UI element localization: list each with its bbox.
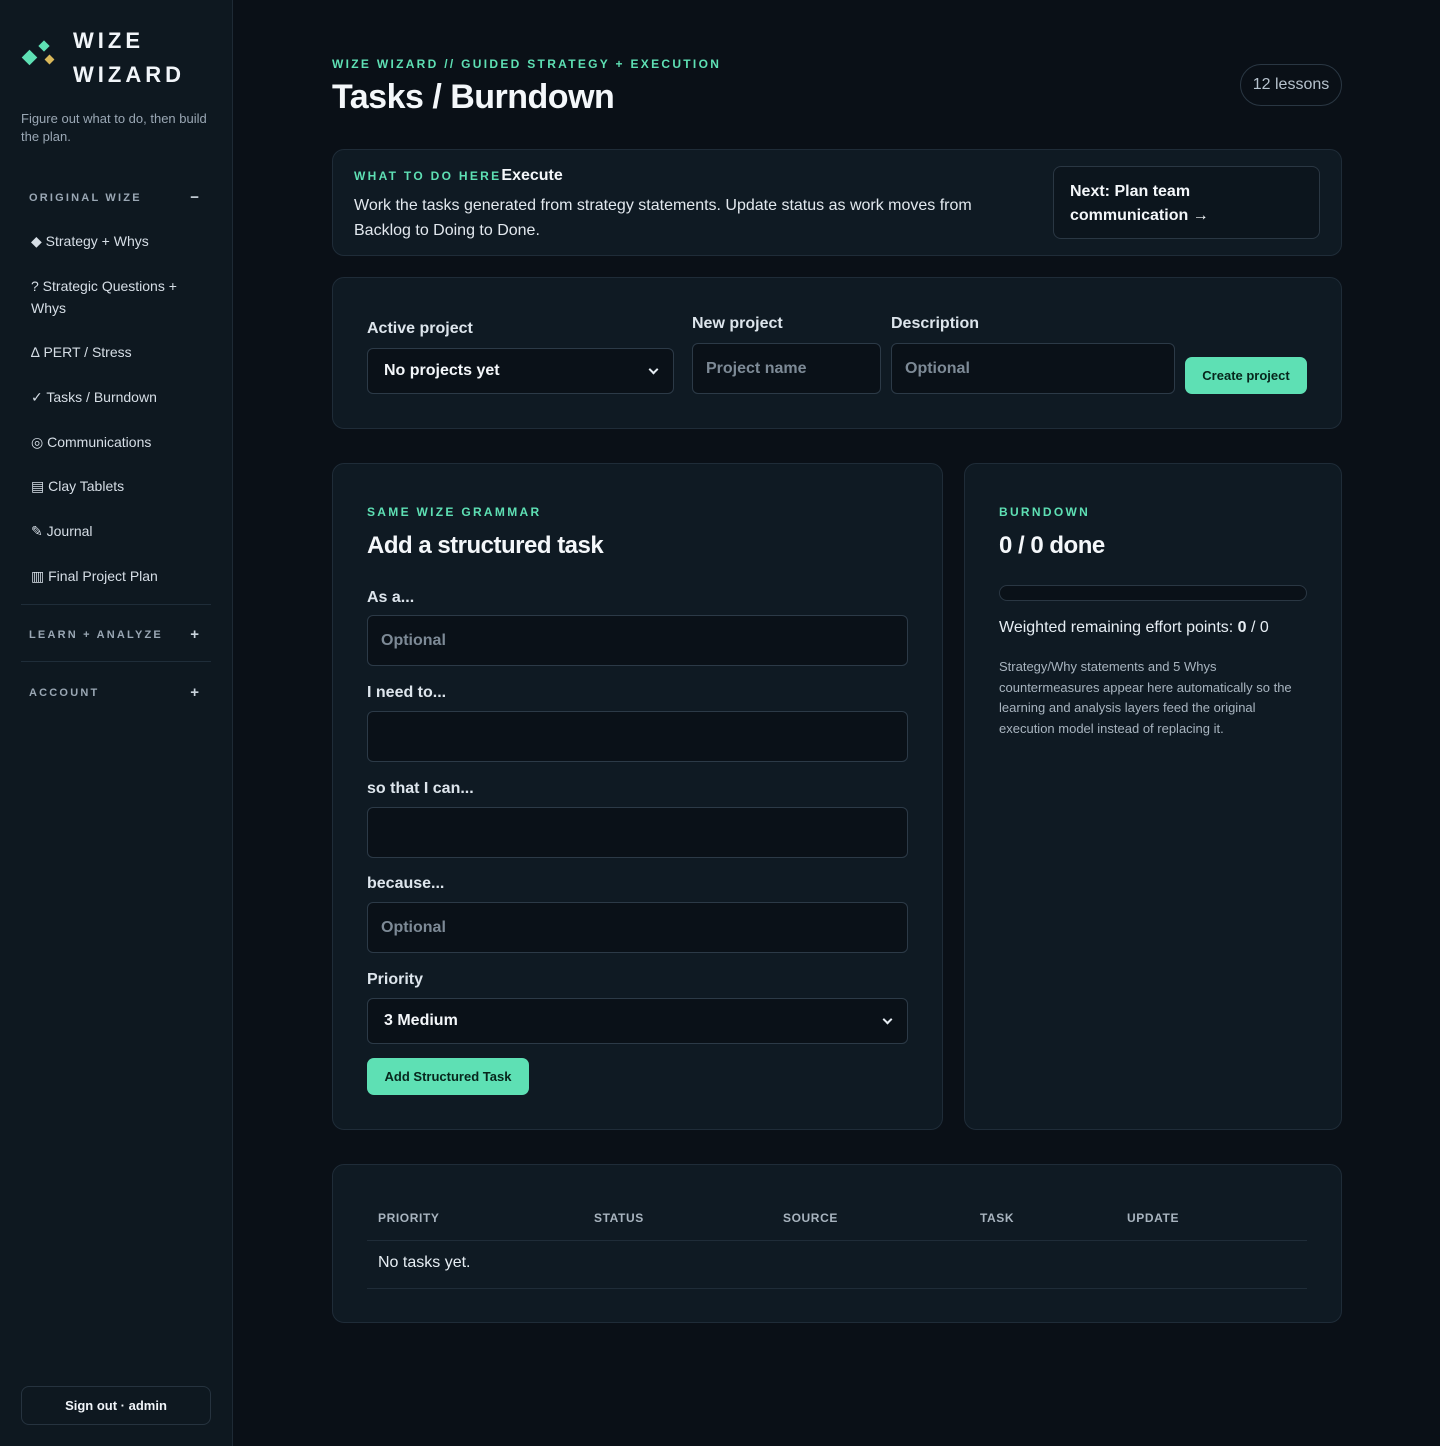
create-project-button[interactable]: Create project: [1185, 357, 1307, 394]
page-eyebrow: WIZE WIZARD // GUIDED STRATEGY + EXECUTI…: [332, 57, 722, 71]
section-account[interactable]: ACCOUNT +: [29, 684, 199, 701]
need-to-label: I need to...: [367, 684, 447, 701]
guide-text: Work the tasks generated from strategy s…: [354, 197, 972, 239]
active-project-value: No projects yet: [384, 362, 500, 379]
section-title: LEARN + ANALYZE: [29, 628, 163, 641]
priority-select[interactable]: 3 Medium: [367, 998, 908, 1044]
divider: [21, 661, 211, 662]
because-input[interactable]: [367, 902, 908, 953]
brand-line-1: WIZE: [73, 28, 144, 53]
brand[interactable]: WIZE WIZARD: [21, 24, 185, 92]
brand-name: WIZE WIZARD: [73, 24, 185, 92]
next-step-button[interactable]: Next: Plan team communication →: [1053, 166, 1320, 239]
sidebar-item-final-project-plan[interactable]: ▥ Final Project Plan: [31, 565, 201, 587]
expand-icon[interactable]: +: [190, 626, 199, 643]
sign-out-button[interactable]: Sign out · admin: [21, 1386, 211, 1425]
sidebar-item-pert-stress[interactable]: ∆ PERT / Stress: [31, 341, 201, 363]
logo-icon: [21, 38, 61, 74]
effort-points: Weighted remaining effort points: 0 / 0: [999, 619, 1269, 637]
collapse-icon[interactable]: −: [190, 189, 199, 206]
burndown-progress-bar: [999, 585, 1307, 601]
section-original-wize[interactable]: ORIGINAL WIZE −: [29, 189, 199, 206]
page-title: Tasks / Burndown: [332, 78, 615, 116]
guide-card: WHAT TO DO HERE Execute Work the tasks g…: [332, 149, 1342, 256]
effort-done: 0: [1237, 619, 1247, 636]
chevron-down-icon: [648, 364, 659, 374]
project-name-input[interactable]: [692, 343, 881, 394]
lessons-badge[interactable]: 12 lessons: [1240, 64, 1342, 106]
empty-table-message: No tasks yet.: [378, 1254, 471, 1271]
column-priority[interactable]: PRIORITY: [378, 1211, 439, 1225]
burndown-note: Strategy/Why statements and 5 Whys count…: [999, 659, 1292, 736]
sidebar-item-strategy-whys[interactable]: ◆ Strategy + Whys: [31, 230, 201, 252]
sidebar: WIZE WIZARD Figure out what to do, then …: [0, 0, 233, 1446]
active-project-label: Active project: [367, 320, 473, 337]
brand-line-2: WIZARD: [73, 62, 185, 87]
sidebar-item-clay-tablets[interactable]: ▤ Clay Tablets: [31, 475, 201, 497]
active-project-select[interactable]: No projects yet: [367, 348, 674, 394]
burndown-title: 0 / 0 done: [999, 532, 1105, 559]
as-a-label: As a...: [367, 589, 415, 606]
project-description-input[interactable]: [891, 343, 1175, 394]
description-label: Description: [891, 315, 980, 332]
project-card: Active project No projects yet New proje…: [332, 277, 1342, 429]
divider: [21, 604, 211, 605]
task-form-title: Add a structured task: [367, 532, 604, 559]
tagline: Figure out what to do, then build the pl…: [21, 111, 207, 144]
priority-value: 3 Medium: [384, 1012, 458, 1029]
header-divider: [367, 1240, 1307, 1241]
burndown-eyebrow: BURNDOWN: [999, 505, 1091, 519]
need-to-input[interactable]: [367, 711, 908, 762]
section-title: ORIGINAL WIZE: [29, 191, 142, 204]
sidebar-item-strategic-questions[interactable]: ? Strategic Questions + Whys: [31, 275, 201, 319]
as-a-input[interactable]: [367, 615, 908, 666]
sidebar-item-communications[interactable]: ◎ Communications: [31, 431, 201, 453]
column-task[interactable]: TASK: [980, 1211, 1014, 1225]
section-learn-analyze[interactable]: LEARN + ANALYZE +: [29, 626, 199, 643]
effort-total: / 0: [1251, 619, 1269, 636]
task-form-eyebrow: SAME WIZE GRAMMAR: [367, 505, 542, 519]
sidebar-item-tasks-burndown[interactable]: ✓ Tasks / Burndown: [31, 386, 201, 408]
column-update[interactable]: UPDATE: [1127, 1211, 1179, 1225]
so-that-input[interactable]: [367, 807, 908, 858]
task-form-card: SAME WIZE GRAMMAR Add a structured task …: [332, 463, 943, 1130]
burndown-card: BURNDOWN 0 / 0 done Weighted remaining e…: [964, 463, 1342, 1130]
priority-label: Priority: [367, 971, 424, 988]
expand-icon[interactable]: +: [190, 684, 199, 701]
so-that-label: so that I can...: [367, 780, 474, 797]
chevron-down-icon: [882, 1014, 893, 1024]
add-structured-task-button[interactable]: Add Structured Task: [367, 1058, 529, 1095]
tasks-table-card: PRIORITY STATUS SOURCE TASK UPDATE No ta…: [332, 1164, 1342, 1323]
row-divider: [367, 1288, 1307, 1289]
column-status[interactable]: STATUS: [594, 1211, 644, 1225]
guide-title: Execute: [501, 167, 563, 184]
guide-eyebrow: WHAT TO DO HERE: [354, 169, 502, 183]
guide-heading: WHAT TO DO HERE Execute: [354, 167, 563, 185]
new-project-label: New project: [692, 315, 783, 332]
column-source[interactable]: SOURCE: [783, 1211, 838, 1225]
section-title: ACCOUNT: [29, 686, 100, 699]
effort-label: Weighted remaining effort points:: [999, 619, 1234, 636]
sidebar-item-journal[interactable]: ✎ Journal: [31, 520, 201, 542]
because-label: because...: [367, 875, 445, 892]
